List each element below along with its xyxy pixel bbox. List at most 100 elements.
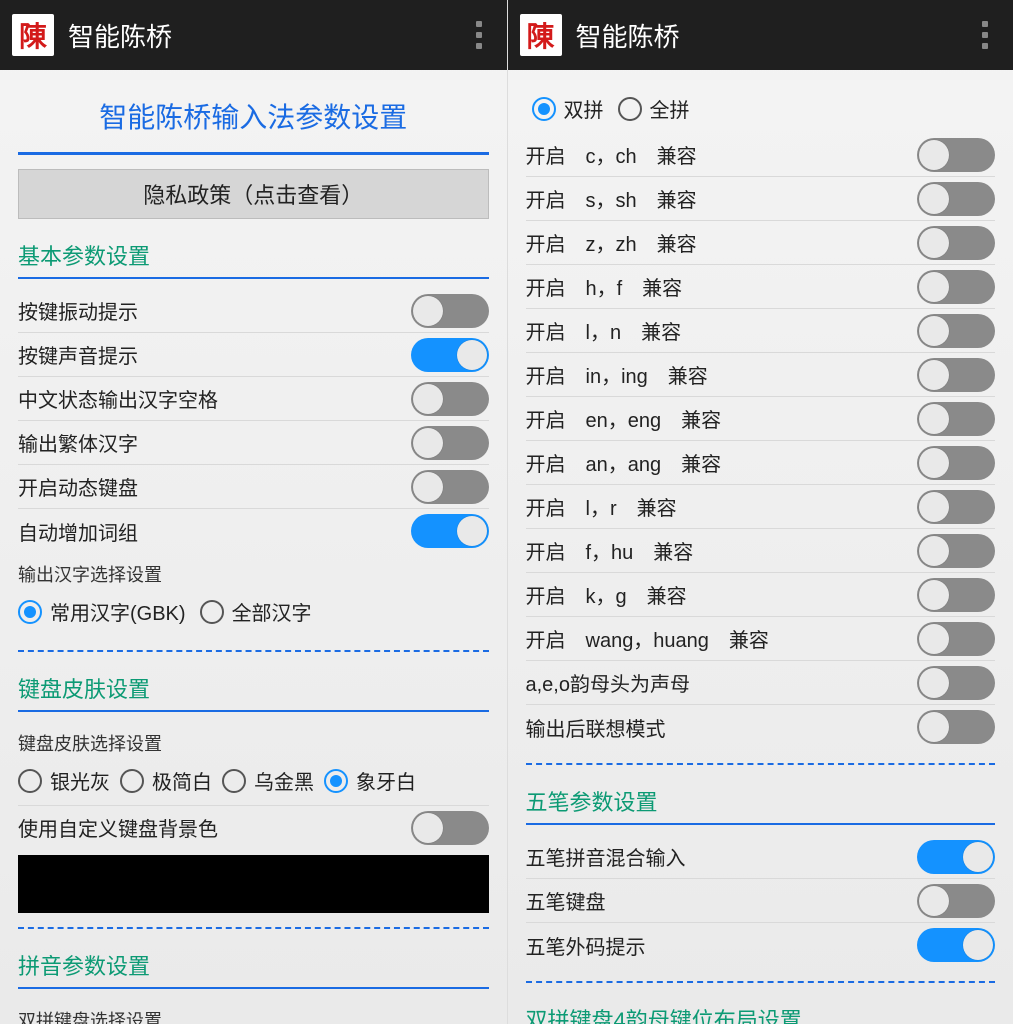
skin-sub-label: 键盘皮肤选择设置: [18, 722, 489, 760]
compat-row-0-toggle[interactable]: [917, 138, 995, 172]
hanzi-radio-0-label: 常用汉字(GBK): [50, 597, 186, 626]
compat-row-3-label: 开启 h，f 兼容: [526, 272, 683, 301]
divider-dashed: [526, 763, 996, 765]
compat-row-2-toggle[interactable]: [917, 226, 995, 260]
basic-row-5-label: 自动增加词组: [18, 517, 138, 546]
skin-radio-0[interactable]: 银光灰: [18, 766, 110, 795]
compat-row-7-toggle[interactable]: [917, 446, 995, 480]
skin-radio-2[interactable]: 乌金黑: [222, 766, 314, 795]
shuangpin-sub-label: 双拼键盘选择设置: [18, 999, 489, 1024]
basic-row-4-toggle[interactable]: [411, 470, 489, 504]
pinyin-mode-radio-1-label: 全拼: [650, 94, 690, 123]
compat-row-7-label: 开启 an，ang 兼容: [526, 448, 722, 477]
skin-radio-2-label: 乌金黑: [254, 766, 314, 795]
compat-row-13-toggle[interactable]: [917, 710, 995, 744]
basic-row-2-label: 中文状态输出汉字空格: [18, 384, 218, 413]
basic-row-2-toggle[interactable]: [411, 382, 489, 416]
compat-row-13: 输出后联想模式: [526, 705, 996, 749]
compat-row-5-toggle[interactable]: [917, 358, 995, 392]
wubi-row-0-toggle[interactable]: [917, 840, 995, 874]
compat-row-12: a,e,o韵母头为声母: [526, 661, 996, 705]
section-skin-header: 键盘皮肤设置: [18, 666, 489, 706]
basic-row-4-label: 开启动态键盘: [18, 472, 138, 501]
wubi-row-2: 五笔外码提示: [526, 923, 996, 967]
divider: [18, 987, 489, 989]
wubi-row-1-label: 五笔键盘: [526, 886, 606, 915]
compat-row-5: 开启 in，ing 兼容: [526, 353, 996, 397]
compat-row-1-toggle[interactable]: [917, 182, 995, 216]
basic-row-1: 按键声音提示: [18, 333, 489, 377]
app-icon: 陳: [12, 14, 54, 56]
divider: [18, 710, 489, 712]
compat-row-4-toggle[interactable]: [917, 314, 995, 348]
compat-row-8-toggle[interactable]: [917, 490, 995, 524]
page-title: 智能陈桥输入法参数设置: [18, 80, 489, 146]
compat-row-4-label: 开启 l，n 兼容: [526, 316, 682, 345]
compat-row-5-label: 开启 in，ing 兼容: [526, 360, 708, 389]
basic-row-2: 中文状态输出汉字空格: [18, 377, 489, 421]
divider: [18, 152, 489, 155]
compat-row-13-label: 输出后联想模式: [526, 713, 666, 742]
skin-radio-1-label: 极简白: [152, 766, 212, 795]
app-title: 智能陈桥: [68, 17, 463, 54]
skin-radio-1[interactable]: 极简白: [120, 766, 212, 795]
basic-row-3-toggle[interactable]: [411, 426, 489, 460]
hanzi-radio-group: 常用汉字(GBK) 全部汉字: [18, 591, 489, 636]
compat-row-2-label: 开启 z，zh 兼容: [526, 228, 697, 257]
skin-radio-3[interactable]: 象牙白: [324, 766, 416, 795]
compat-row-4: 开启 l，n 兼容: [526, 309, 996, 353]
wubi-row-1-toggle[interactable]: [917, 884, 995, 918]
wubi-row-2-toggle[interactable]: [917, 928, 995, 962]
divider-dashed: [18, 927, 489, 929]
left-content: 智能陈桥输入法参数设置 隐私政策（点击查看） 基本参数设置 按键振动提示按键声音…: [0, 70, 507, 1024]
compat-row-8: 开启 l，r 兼容: [526, 485, 996, 529]
custom-bg-toggle[interactable]: [411, 811, 489, 845]
compat-row-9-toggle[interactable]: [917, 534, 995, 568]
wubi-row-1: 五笔键盘: [526, 879, 996, 923]
overflow-menu-icon[interactable]: [969, 15, 1001, 55]
titlebar: 陳 智能陈桥: [508, 0, 1013, 70]
basic-row-0-toggle[interactable]: [411, 294, 489, 328]
compat-row-0: 开启 c，ch 兼容: [526, 133, 996, 177]
compat-row-10-label: 开启 k，g 兼容: [526, 580, 687, 609]
custom-bg-label: 使用自定义键盘背景色: [18, 813, 218, 842]
compat-row-3: 开启 h，f 兼容: [526, 265, 996, 309]
app-icon: 陳: [520, 14, 562, 56]
section-sp-layout-header: 双拼键盘4韵母键位布局设置: [526, 997, 996, 1024]
compat-row-6-toggle[interactable]: [917, 402, 995, 436]
basic-row-5-toggle[interactable]: [411, 514, 489, 548]
basic-row-3-label: 输出繁体汉字: [18, 428, 138, 457]
divider: [18, 277, 489, 279]
wubi-row-0-label: 五笔拼音混合输入: [526, 842, 686, 871]
skin-radio-0-label: 银光灰: [50, 766, 110, 795]
hanzi-radio-1-label: 全部汉字: [232, 597, 312, 626]
app-icon-glyph: 陳: [19, 15, 47, 55]
compat-row-11-toggle[interactable]: [917, 622, 995, 656]
compat-row-1-label: 开启 s，sh 兼容: [526, 184, 697, 213]
hanzi-radio-0[interactable]: 常用汉字(GBK): [18, 597, 186, 626]
privacy-button[interactable]: 隐私政策（点击查看）: [18, 169, 489, 219]
compat-row-10-toggle[interactable]: [917, 578, 995, 612]
basic-row-0-label: 按键振动提示: [18, 296, 138, 325]
pinyin-mode-radio-0[interactable]: 双拼: [532, 94, 604, 123]
compat-row-9-label: 开启 f，hu 兼容: [526, 536, 694, 565]
section-pinyin-header: 拼音参数设置: [18, 943, 489, 983]
overflow-menu-icon[interactable]: [463, 15, 495, 55]
divider-dashed: [526, 981, 996, 983]
hanzi-sub-label: 输出汉字选择设置: [18, 553, 489, 591]
compat-row-3-toggle[interactable]: [917, 270, 995, 304]
pinyin-mode-radio-1[interactable]: 全拼: [618, 94, 690, 123]
hanzi-radio-1[interactable]: 全部汉字: [200, 597, 312, 626]
compat-row-7: 开启 an，ang 兼容: [526, 441, 996, 485]
skin-radio-3-label: 象牙白: [356, 766, 416, 795]
titlebar: 陳 智能陈桥: [0, 0, 507, 70]
app-title: 智能陈桥: [576, 17, 970, 54]
basic-row-1-toggle[interactable]: [411, 338, 489, 372]
compat-row-2: 开启 z，zh 兼容: [526, 221, 996, 265]
custom-bg-color-preview[interactable]: [18, 855, 489, 913]
compat-row-12-toggle[interactable]: [917, 666, 995, 700]
compat-row-10: 开启 k，g 兼容: [526, 573, 996, 617]
basic-row-1-label: 按键声音提示: [18, 340, 138, 369]
basic-row-0: 按键振动提示: [18, 289, 489, 333]
compat-row-9: 开启 f，hu 兼容: [526, 529, 996, 573]
